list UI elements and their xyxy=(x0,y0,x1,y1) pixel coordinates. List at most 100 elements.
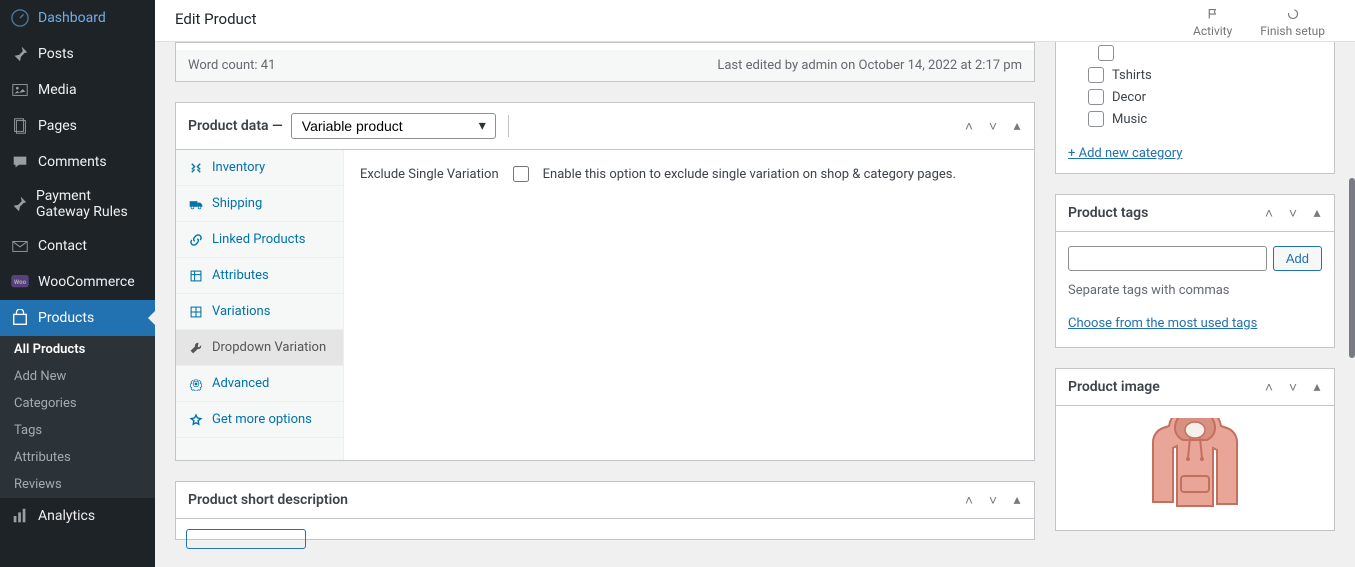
tab-label: Inventory xyxy=(212,160,265,175)
submenu-reviews[interactable]: Reviews xyxy=(0,471,155,498)
tab-shipping[interactable]: Shipping xyxy=(176,186,343,222)
submenu-add-new[interactable]: Add New xyxy=(0,363,155,390)
tab-attributes[interactable]: Attributes xyxy=(176,258,343,294)
tab-label: Variations xyxy=(212,304,270,319)
panel-title: Product short description xyxy=(188,492,348,508)
sidebar-item-posts[interactable]: Posts xyxy=(0,36,155,72)
product-categories-panel: Tshirts Decor Music + Add new category xyxy=(1055,42,1335,174)
submenu-attributes[interactable]: Attributes xyxy=(0,444,155,471)
products-icon xyxy=(10,308,30,328)
main-content: Edit Product Activity Finish setup Word … xyxy=(155,0,1355,567)
variations-icon xyxy=(188,305,204,319)
submenu-all-products[interactable]: All Products xyxy=(0,336,155,363)
product-image[interactable] xyxy=(1056,406,1334,530)
product-data-tabs: Inventory Shipping Linked Products xyxy=(176,150,344,460)
svg-text:Woo: Woo xyxy=(14,279,27,286)
sidebar-item-comments[interactable]: Comments xyxy=(0,144,155,180)
sidebar-item-woocommerce[interactable]: Woo WooCommerce xyxy=(0,264,155,300)
tab-label: Attributes xyxy=(212,268,269,283)
action-label: Activity xyxy=(1193,24,1232,38)
panel-up-icon[interactable]: ˄ xyxy=(960,492,978,509)
tab-label: Linked Products xyxy=(212,232,305,247)
submenu-categories[interactable]: Categories xyxy=(0,390,155,417)
attributes-icon xyxy=(188,269,204,283)
inventory-icon xyxy=(188,161,204,175)
analytics-icon xyxy=(10,506,30,526)
sidebar-item-pages[interactable]: Pages xyxy=(0,108,155,144)
flag-icon xyxy=(1203,8,1223,22)
wrench-icon xyxy=(188,341,204,355)
finish-setup-button[interactable]: Finish setup xyxy=(1260,8,1325,38)
more-icon xyxy=(188,413,204,427)
tab-variations[interactable]: Variations xyxy=(176,294,343,330)
sidebar-item-products[interactable]: Products xyxy=(0,300,155,336)
panel-toggle-icon[interactable]: ▴ xyxy=(1308,379,1326,396)
panel-down-icon[interactable]: ˅ xyxy=(1284,379,1302,396)
category-checkbox[interactable] xyxy=(1088,89,1104,105)
sidebar-item-contact[interactable]: Contact xyxy=(0,228,155,264)
sidebar-item-dashboard[interactable]: Dashboard xyxy=(0,0,155,36)
category-item[interactable] xyxy=(1068,42,1322,64)
panel-up-icon[interactable]: ˄ xyxy=(1260,205,1278,222)
sidebar-label: Dashboard xyxy=(38,10,106,26)
sidebar-label: Comments xyxy=(38,154,107,170)
panel-toggle-icon[interactable]: ▴ xyxy=(1008,118,1026,135)
comments-icon xyxy=(10,152,30,172)
pages-icon xyxy=(10,116,30,136)
dashboard-icon xyxy=(10,8,30,28)
tab-inventory[interactable]: Inventory xyxy=(176,150,343,186)
panel-up-icon[interactable]: ˄ xyxy=(1260,379,1278,396)
sidebar-item-media[interactable]: Media xyxy=(0,72,155,108)
panel-title: Product tags xyxy=(1068,205,1148,221)
tab-label: Dropdown Variation xyxy=(212,340,326,355)
exclude-checkbox[interactable] xyxy=(513,166,529,182)
sidebar-label: Pages xyxy=(38,118,77,134)
mail-icon xyxy=(10,236,30,256)
product-data-label: Product data — xyxy=(188,118,283,134)
category-checkbox[interactable] xyxy=(1098,45,1114,61)
link-icon xyxy=(188,233,204,247)
tab-advanced[interactable]: Advanced xyxy=(176,366,343,402)
sidebar-label: WooCommerce xyxy=(38,274,135,290)
woo-icon: Woo xyxy=(10,272,30,292)
panel-down-icon[interactable]: ˅ xyxy=(984,118,1002,135)
tag-input[interactable] xyxy=(1068,246,1267,271)
tab-get-more-options[interactable]: Get more options xyxy=(176,402,343,438)
category-item[interactable]: Decor xyxy=(1068,86,1322,108)
sidebar-label: Analytics xyxy=(38,508,95,524)
gear-icon xyxy=(188,377,204,391)
sidebar-item-payment-rules[interactable]: Payment Gateway Rules xyxy=(0,180,155,228)
category-label: Tshirts xyxy=(1112,68,1152,83)
submenu-tags[interactable]: Tags xyxy=(0,417,155,444)
add-tag-button[interactable]: Add xyxy=(1273,246,1322,271)
tab-dropdown-variation[interactable]: Dropdown Variation xyxy=(176,330,343,366)
word-count: Word count: 41 xyxy=(188,58,275,73)
activity-button[interactable]: Activity xyxy=(1193,8,1232,38)
action-label: Finish setup xyxy=(1260,24,1325,38)
add-category-link[interactable]: + Add new category xyxy=(1056,138,1334,173)
category-checkbox[interactable] xyxy=(1088,67,1104,83)
category-item[interactable]: Music xyxy=(1068,108,1322,130)
category-item[interactable]: Tshirts xyxy=(1068,64,1322,86)
top-actions: Activity Finish setup xyxy=(1193,8,1335,38)
sidebar-label: Contact xyxy=(38,238,87,254)
top-bar: Edit Product Activity Finish setup xyxy=(155,0,1355,42)
sidebar-item-analytics[interactable]: Analytics xyxy=(0,498,155,534)
page-title: Edit Product xyxy=(175,8,257,28)
sidebar-label: Products xyxy=(38,310,94,326)
scrollbar[interactable] xyxy=(1349,178,1355,358)
sidebar-label: Payment Gateway Rules xyxy=(36,188,145,220)
progress-icon xyxy=(1283,8,1303,22)
panel-toggle-icon[interactable]: ▴ xyxy=(1008,492,1026,509)
product-image-panel: Product image ˄ ˅ ▴ xyxy=(1055,368,1335,531)
panel-title: Product image xyxy=(1068,379,1160,395)
choose-tags-link[interactable]: Choose from the most used tags xyxy=(1056,304,1334,347)
tab-content: Exclude Single Variation Enable this opt… xyxy=(344,150,1034,460)
panel-toggle-icon[interactable]: ▴ xyxy=(1308,205,1326,222)
category-checkbox[interactable] xyxy=(1088,111,1104,127)
panel-up-icon[interactable]: ˄ xyxy=(960,118,978,135)
panel-down-icon[interactable]: ˅ xyxy=(984,492,1002,509)
product-type-select[interactable]: Variable product xyxy=(291,113,496,139)
tab-linked-products[interactable]: Linked Products xyxy=(176,222,343,258)
panel-down-icon[interactable]: ˅ xyxy=(1284,205,1302,222)
